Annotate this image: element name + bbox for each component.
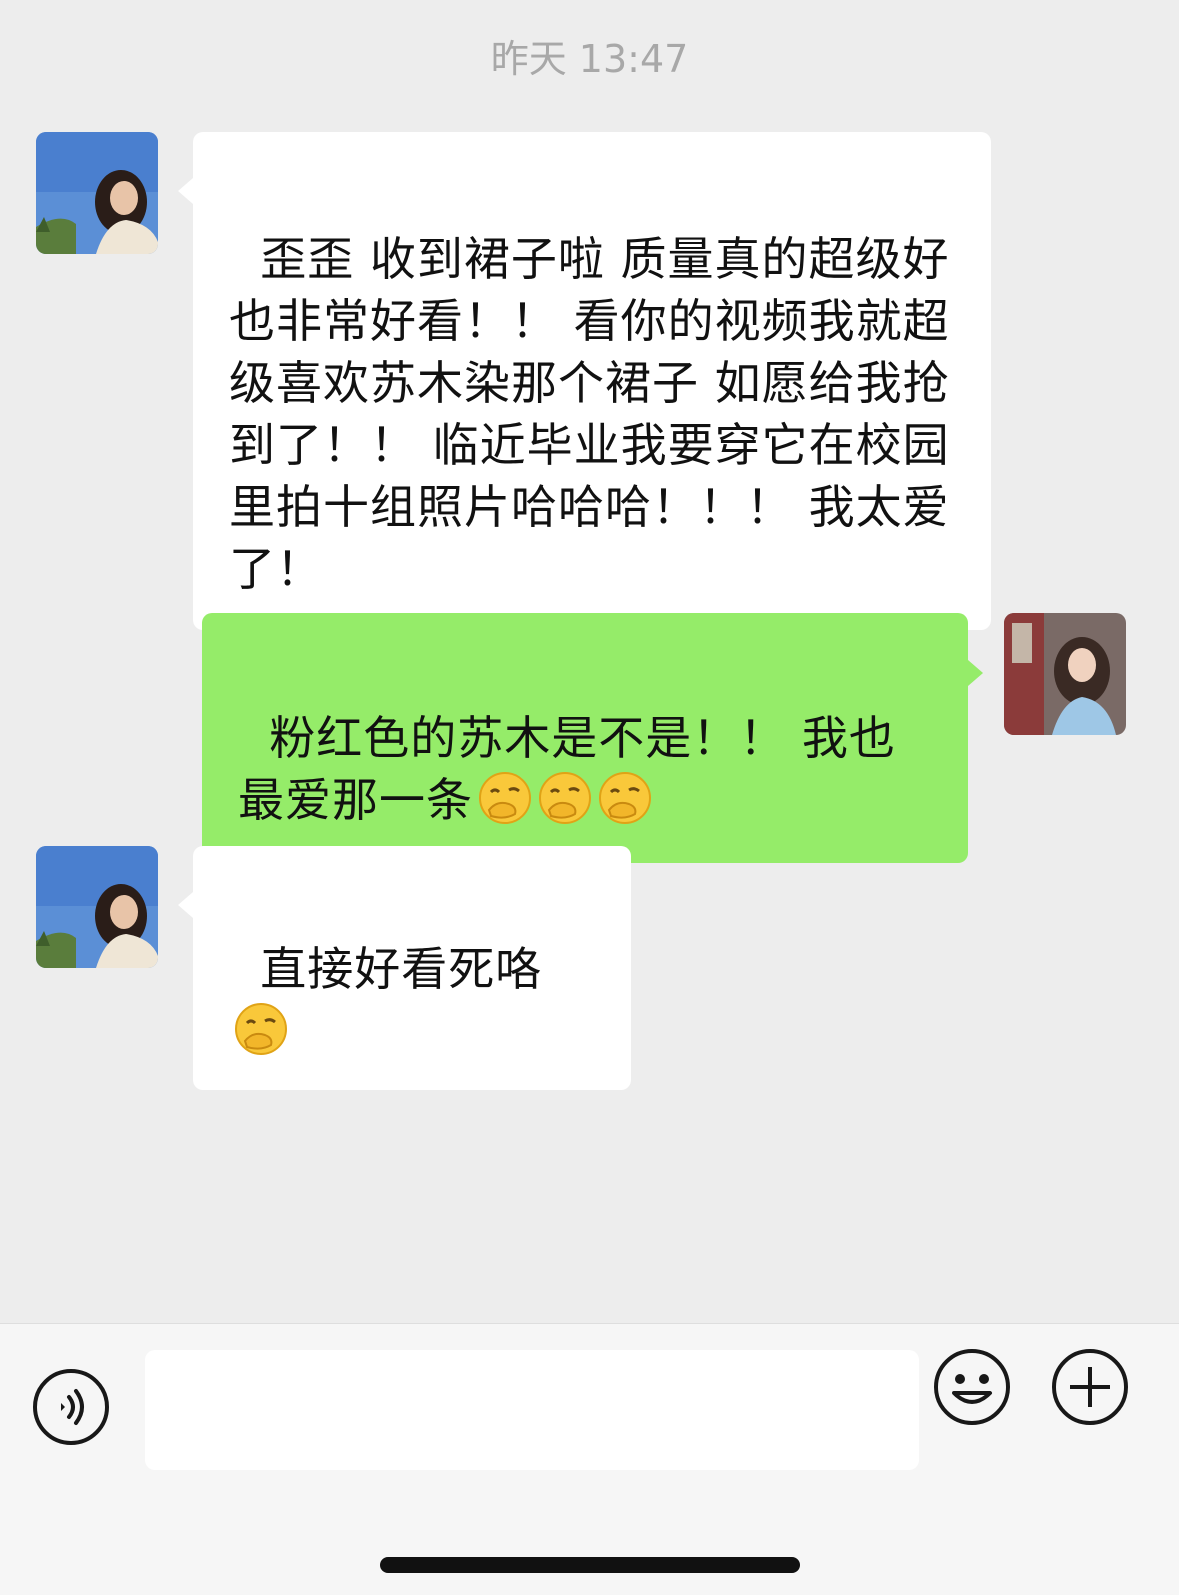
input-bar xyxy=(0,1323,1179,1595)
incoming-message-bubble[interactable]: 歪歪 收到裙子啦 质量真的超级好 也非常好看！！ 看你的视频我就超级喜欢苏木染那… xyxy=(193,132,991,630)
smiley-icon[interactable] xyxy=(932,1347,1012,1427)
bubble-tail xyxy=(178,892,193,918)
contact-avatar[interactable] xyxy=(36,132,158,254)
hand-over-mouth-face-icon xyxy=(597,770,653,826)
outgoing-message-bubble[interactable]: 粉红色的苏木是不是！！ 我也最爱那一条 xyxy=(202,613,968,863)
timestamp: 昨天 13:47 xyxy=(490,37,689,81)
bubble-tail xyxy=(178,178,193,204)
contact-avatar[interactable] xyxy=(36,846,158,968)
voice-icon[interactable] xyxy=(31,1367,111,1447)
hand-over-mouth-face-icon xyxy=(477,770,533,826)
message-text: 直接好看死咯 xyxy=(260,942,543,996)
message-text: 歪歪 收到裙子啦 质量真的超级好 也非常好看！！ 看你的视频我就超级喜欢苏木染那… xyxy=(229,232,966,596)
home-indicator[interactable] xyxy=(380,1557,800,1573)
self-avatar[interactable] xyxy=(1004,613,1126,735)
message-input[interactable] xyxy=(145,1350,919,1470)
incoming-message-bubble[interactable]: 直接好看死咯 xyxy=(193,846,631,1090)
hand-over-mouth-face-icon xyxy=(537,770,593,826)
bubble-tail xyxy=(968,660,983,686)
plus-icon[interactable] xyxy=(1050,1347,1130,1427)
hand-over-mouth-face-icon xyxy=(233,1001,289,1057)
